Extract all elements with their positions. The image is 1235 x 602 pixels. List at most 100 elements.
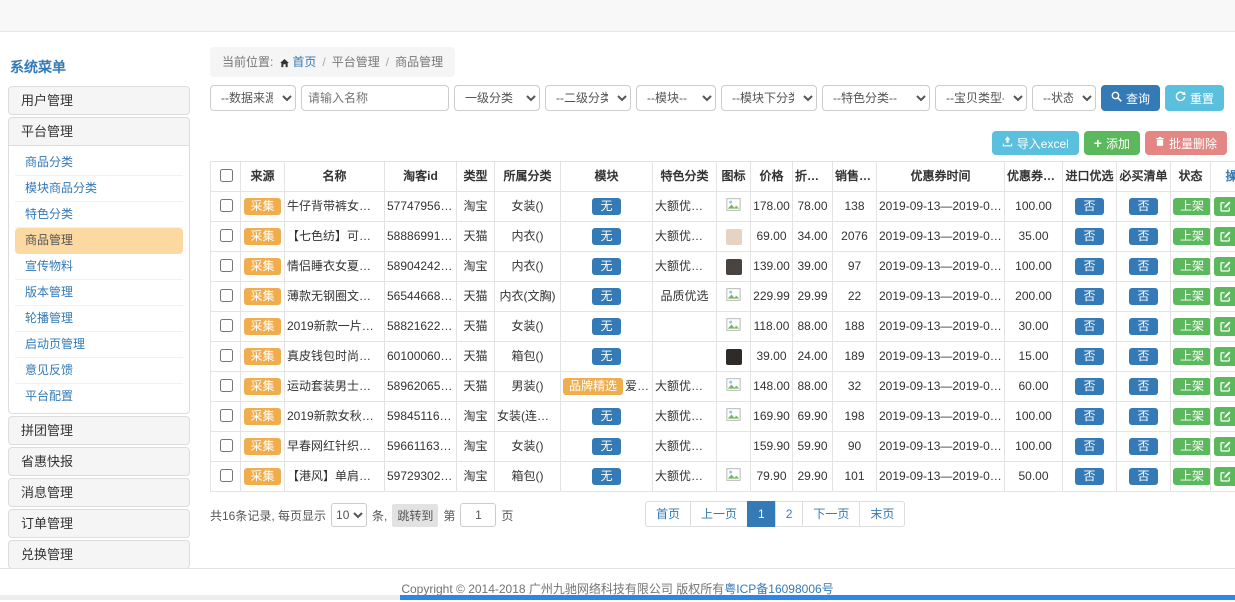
edit-button[interactable] xyxy=(1214,437,1235,456)
filter-select-data-source[interactable]: --数据来源-- xyxy=(210,85,296,111)
edit-button[interactable] xyxy=(1214,467,1235,486)
row-checkbox[interactable] xyxy=(220,349,233,362)
row-checkbox[interactable] xyxy=(220,289,233,302)
must-buy-toggle[interactable]: 否 xyxy=(1129,438,1157,455)
name-search-input[interactable] xyxy=(301,85,449,111)
import-select-toggle[interactable]: 否 xyxy=(1075,348,1103,365)
status-button[interactable]: 上架 xyxy=(1173,318,1211,335)
import-select-toggle[interactable]: 否 xyxy=(1075,468,1103,485)
sidebar-item-4[interactable]: 消息管理 xyxy=(9,479,189,506)
status-button[interactable]: 上架 xyxy=(1173,408,1211,425)
cell-operations xyxy=(1211,462,1235,492)
reset-button[interactable]: 重置 xyxy=(1165,85,1224,111)
bottom-scrollbar[interactable] xyxy=(400,595,1235,600)
must-buy-toggle[interactable]: 否 xyxy=(1129,378,1157,395)
page-button-4[interactable]: 下一页 xyxy=(802,501,860,527)
edit-button[interactable] xyxy=(1214,317,1235,336)
filter-select-module[interactable]: --模块-- xyxy=(636,85,716,111)
must-buy-toggle[interactable]: 否 xyxy=(1129,198,1157,215)
status-button[interactable]: 上架 xyxy=(1173,348,1211,365)
cell-operations xyxy=(1211,312,1235,342)
status-button[interactable]: 上架 xyxy=(1173,468,1211,485)
import-select-toggle[interactable]: 否 xyxy=(1075,288,1103,305)
sidebar-subitem-2[interactable]: 特色分类 xyxy=(15,202,183,228)
must-buy-toggle[interactable]: 否 xyxy=(1129,348,1157,365)
batch-delete-button[interactable]: 批量删除 xyxy=(1145,131,1227,155)
row-checkbox[interactable] xyxy=(220,409,233,422)
sidebar-panel: 省惠快报 xyxy=(8,447,190,476)
row-checkbox[interactable] xyxy=(220,199,233,212)
sidebar-item-6[interactable]: 兑换管理 xyxy=(9,541,189,568)
edit-button[interactable] xyxy=(1214,197,1235,216)
edit-button[interactable] xyxy=(1214,227,1235,246)
status-button[interactable]: 上架 xyxy=(1173,378,1211,395)
operation-buttons xyxy=(1214,227,1235,246)
must-buy-toggle[interactable]: 否 xyxy=(1129,258,1157,275)
page-button-3[interactable]: 2 xyxy=(775,501,804,527)
sidebar-subitem-9[interactable]: 平台配置 xyxy=(15,384,183,409)
import-excel-button[interactable]: 导入excel xyxy=(992,131,1079,155)
must-buy-toggle[interactable]: 否 xyxy=(1129,228,1157,245)
edit-button[interactable] xyxy=(1214,377,1235,396)
filter-select-item-type[interactable]: --宝贝类型-- xyxy=(935,85,1027,111)
sidebar-subitem-7[interactable]: 启动页管理 xyxy=(15,332,183,358)
sidebar-subitem-1[interactable]: 模块商品分类 xyxy=(15,176,183,202)
filter-select-category2[interactable]: --二级分类-- xyxy=(545,85,631,111)
edit-button[interactable] xyxy=(1214,407,1235,426)
sidebar-item-1[interactable]: 平台管理 xyxy=(9,118,189,145)
row-checkbox[interactable] xyxy=(220,469,233,482)
row-checkbox[interactable] xyxy=(220,439,233,452)
sidebar-subitem-8[interactable]: 意见反馈 xyxy=(15,358,183,384)
cell-price: 69.00 xyxy=(751,222,793,252)
import-select-toggle[interactable]: 否 xyxy=(1075,408,1103,425)
add-button[interactable]: + 添加 xyxy=(1084,131,1140,155)
sidebar-item-3[interactable]: 省惠快报 xyxy=(9,448,189,475)
filter-select-status[interactable]: --状态-- xyxy=(1032,85,1096,111)
page-button-1[interactable]: 上一页 xyxy=(690,501,748,527)
import-select-toggle[interactable]: 否 xyxy=(1075,198,1103,215)
page-button-0[interactable]: 首页 xyxy=(645,501,691,527)
row-checkbox[interactable] xyxy=(220,379,233,392)
page-button-2[interactable]: 1 xyxy=(747,501,776,527)
row-checkbox[interactable] xyxy=(220,229,233,242)
jump-button[interactable]: 跳转到 xyxy=(392,504,438,527)
edit-button[interactable] xyxy=(1214,287,1235,306)
search-button[interactable]: 查询 xyxy=(1101,85,1160,111)
import-select-toggle[interactable]: 否 xyxy=(1075,378,1103,395)
import-select-toggle[interactable]: 否 xyxy=(1075,228,1103,245)
row-checkbox[interactable] xyxy=(220,319,233,332)
import-select-toggle[interactable]: 否 xyxy=(1075,258,1103,275)
import-select-toggle[interactable]: 否 xyxy=(1075,438,1103,455)
cell-discount-price: 59.90 xyxy=(793,432,833,462)
must-buy-toggle[interactable]: 否 xyxy=(1129,318,1157,335)
sidebar-subitem-4[interactable]: 宣传物料 xyxy=(15,254,183,280)
status-button[interactable]: 上架 xyxy=(1173,228,1211,245)
status-button[interactable]: 上架 xyxy=(1173,438,1211,455)
edit-button[interactable] xyxy=(1214,257,1235,276)
select-all-checkbox[interactable] xyxy=(220,169,233,182)
sidebar-item-0[interactable]: 用户管理 xyxy=(9,87,189,114)
page-size-select[interactable]: 10 xyxy=(331,503,367,527)
status-button[interactable]: 上架 xyxy=(1173,288,1211,305)
must-buy-toggle[interactable]: 否 xyxy=(1129,288,1157,305)
jump-page-input[interactable] xyxy=(460,503,496,527)
status-button[interactable]: 上架 xyxy=(1173,198,1211,215)
filter-select-module-sub[interactable]: --模块下分类-- xyxy=(721,85,817,111)
import-select-toggle[interactable]: 否 xyxy=(1075,318,1103,335)
sidebar-item-5[interactable]: 订单管理 xyxy=(9,510,189,537)
must-buy-toggle[interactable]: 否 xyxy=(1129,468,1157,485)
sidebar-subitem-3[interactable]: 商品管理 xyxy=(15,228,183,254)
status-button[interactable]: 上架 xyxy=(1173,258,1211,275)
icp-link[interactable]: 粤ICP备16098006号 xyxy=(724,582,833,596)
edit-button[interactable] xyxy=(1214,347,1235,366)
must-buy-toggle[interactable]: 否 xyxy=(1129,408,1157,425)
sidebar-subitem-0[interactable]: 商品分类 xyxy=(15,150,183,176)
breadcrumb-home-link[interactable]: 首页 xyxy=(292,55,316,69)
page-button-5[interactable]: 末页 xyxy=(859,501,905,527)
sidebar-item-2[interactable]: 拼团管理 xyxy=(9,417,189,444)
sidebar-subitem-5[interactable]: 版本管理 xyxy=(15,280,183,306)
row-checkbox[interactable] xyxy=(220,259,233,272)
filter-select-feature[interactable]: --特色分类-- xyxy=(822,85,930,111)
filter-select-category1[interactable]: 一级分类 xyxy=(454,85,540,111)
sidebar-subitem-6[interactable]: 轮播管理 xyxy=(15,306,183,332)
